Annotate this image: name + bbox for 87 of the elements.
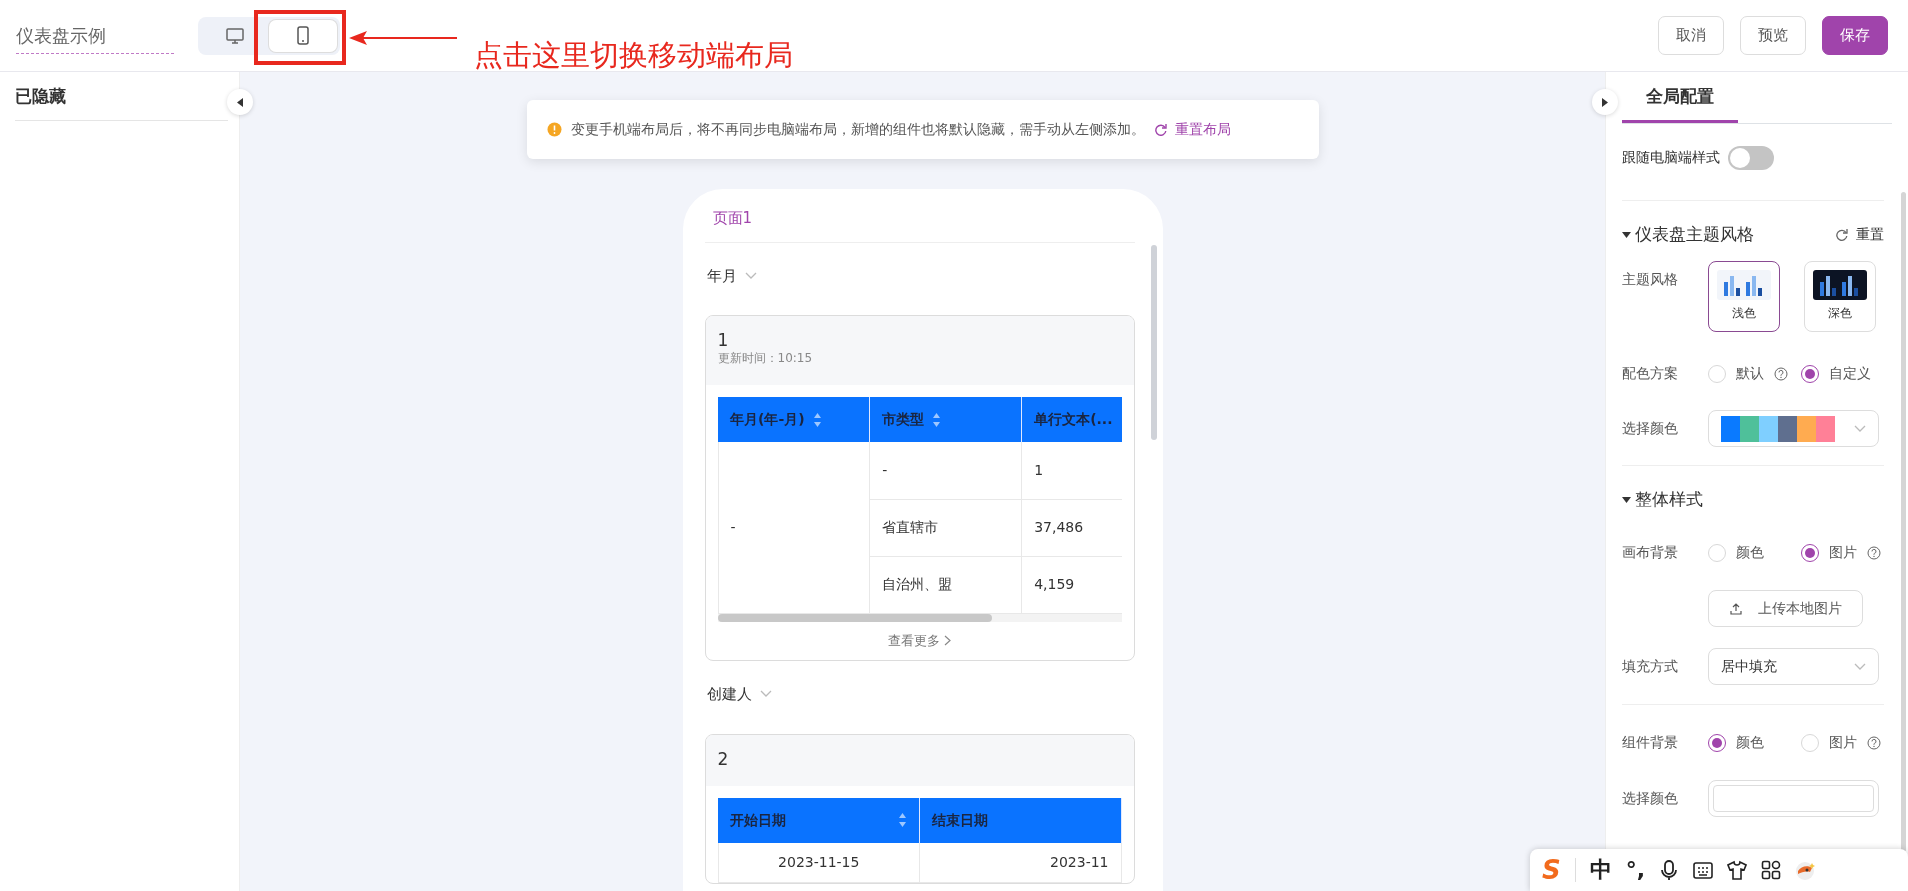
mobile-view-tab[interactable] (269, 19, 337, 52)
toolbar-text-button[interactable]: 中 (1589, 859, 1612, 881)
filter-dropdown[interactable]: 年月 (706, 264, 737, 287)
help-icon (1866, 545, 1881, 560)
page-tab[interactable]: 页面1 (704, 201, 1135, 243)
caret-down-icon (1622, 496, 1631, 503)
option-label: 图片 (1828, 733, 1857, 752)
setting-label: 选择颜色 (1622, 419, 1679, 438)
card-title: 1 (717, 332, 730, 349)
chevron-down-icon (759, 690, 772, 699)
setting-label: 选择颜色 (1622, 789, 1679, 808)
table-cell: 自治州、盟 (869, 556, 1022, 613)
reset-button[interactable]: 重置 (1835, 224, 1884, 245)
setting-label: 画布背景 (1622, 543, 1679, 562)
option-label: 默认 (1736, 364, 1764, 383)
scrollbar[interactable] (1901, 192, 1906, 852)
color-field[interactable] (1708, 780, 1879, 817)
view-more-link[interactable]: 查看更多 (717, 621, 1122, 660)
upload-button[interactable]: 上传本地图片 (1708, 590, 1863, 627)
caret-right-icon (1602, 97, 1608, 107)
keyboard-icon[interactable] (1693, 859, 1714, 881)
section-toggle[interactable]: 仪表盘主题风格 (1622, 221, 1754, 248)
setting-label: 组件背景 (1622, 733, 1679, 752)
setting-label: 跟随电脑端样式 (1622, 148, 1720, 167)
table-cell: - (869, 442, 1022, 499)
phone-icon (297, 26, 309, 45)
setting-label: 主题风格 (1622, 269, 1679, 289)
sort-icon (898, 812, 907, 828)
option-label: 颜色 (1736, 543, 1764, 562)
update-time: 更新时间：10:15 (717, 350, 814, 367)
light-chart-icon (1717, 270, 1771, 300)
help-icon (1866, 735, 1881, 750)
shirt-icon[interactable] (1727, 859, 1748, 881)
caret-left-icon (237, 97, 243, 107)
table-cell: 2023-11-15 (718, 842, 920, 883)
chevron-down-icon (1854, 424, 1866, 433)
mascot-icon[interactable] (1795, 859, 1816, 881)
sort-icon (932, 411, 942, 428)
column-header[interactable]: 年月(年-月) (718, 397, 870, 442)
refresh-icon (1835, 228, 1848, 241)
hidden-panel-title: 已隐藏 (15, 84, 228, 121)
option-label: 颜色 (1736, 733, 1764, 752)
theme-option[interactable]: 深色 (1804, 260, 1876, 332)
upload-icon (1729, 602, 1742, 615)
dark-chart-icon (1813, 270, 1867, 300)
option-label: 图片 (1828, 543, 1857, 562)
monitor-icon (226, 27, 244, 44)
filter-dropdown[interactable]: 创建人 (706, 683, 752, 706)
column-header[interactable]: 开始日期 (718, 797, 920, 843)
caret-down-icon (1622, 231, 1631, 238)
header-button[interactable]: 预览 (1740, 16, 1806, 55)
table-cell: - (718, 442, 870, 613)
sort-icon (812, 411, 822, 428)
warning-icon (546, 122, 562, 137)
scrollbar[interactable] (1150, 245, 1157, 440)
column-header[interactable]: 市类型 (869, 397, 1022, 442)
column-header[interactable]: 结束日期 (919, 797, 1121, 843)
theme-option[interactable]: 浅色 (1708, 260, 1780, 332)
horizontal-scrollbar[interactable] (717, 613, 993, 622)
collapse-panel-button[interactable] (227, 89, 253, 115)
toggle-switch[interactable] (1728, 145, 1774, 170)
chevron-down-icon (744, 271, 757, 280)
chevron-right-icon (944, 634, 951, 646)
expand-panel-button[interactable] (1592, 89, 1618, 115)
reset-layout-link[interactable]: 重置布局 (1153, 119, 1231, 140)
table-cell: 2023-11 (919, 842, 1121, 883)
grid-icon[interactable] (1761, 859, 1782, 881)
save-button[interactable]: 保存 (1822, 16, 1888, 55)
setting-label: 配色方案 (1622, 364, 1679, 383)
column-header[interactable]: 单行文本(... (1021, 397, 1122, 442)
notice-text: 变更手机端布局后，将不再同步电脑端布局，新增的组件也将默认隐藏，需手动从左侧添加。 (570, 120, 1145, 139)
section-toggle[interactable]: 整体样式 (1622, 486, 1703, 513)
option-label: 自定义 (1828, 364, 1871, 383)
fill-mode-select[interactable]: 居中填充 (1708, 648, 1879, 685)
toolbar-text-button[interactable]: °, (1625, 859, 1646, 881)
setting-label: 填充方式 (1622, 657, 1679, 676)
card-title: 2 (717, 750, 730, 768)
header-button[interactable]: 取消 (1658, 16, 1724, 55)
annotation-text: 点击这里切换移动端布局 (474, 37, 793, 74)
palette-dropdown[interactable] (1708, 410, 1879, 447)
dashboard-title: 仪表盘示例 (16, 17, 174, 54)
refresh-icon (1153, 123, 1167, 136)
microphone-icon[interactable] (1659, 859, 1680, 881)
help-icon (1774, 366, 1788, 381)
table-cell: 省直辖市 (869, 499, 1022, 556)
panel-tab[interactable]: 全局配置 (1622, 72, 1738, 123)
chevron-down-icon (1854, 662, 1866, 671)
